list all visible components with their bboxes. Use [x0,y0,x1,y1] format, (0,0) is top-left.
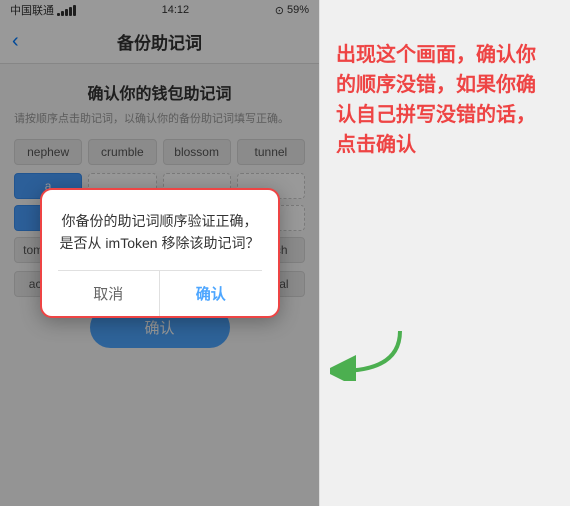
annotation-text: 出现这个画面，确认你的顺序没错，如果你确认自己拼写没错的话，点击确认 [336,40,554,160]
phone-screen: 中国联通 14:12 ⊙ 59% ‹ 备份助记词 确认你的钱包助记词 请按顺序点… [0,0,320,506]
annotation-panel: 出现这个画面，确认你的顺序没错，如果你确认自己拼写没错的话，点击确认 [320,0,570,506]
arrow-icon [330,321,410,386]
modal-ok-button[interactable]: 确认 [160,271,262,316]
modal-cancel-button[interactable]: 取消 [58,271,161,316]
modal-message: 你备份的助记词顺序验证正确，是否从 imToken 移除该助记词？ [58,210,262,255]
modal-dialog: 你备份的助记词顺序验证正确，是否从 imToken 移除该助记词？ 取消 确认 [40,188,280,319]
modal-overlay: 你备份的助记词顺序验证正确，是否从 imToken 移除该助记词？ 取消 确认 [0,0,319,506]
modal-button-row: 取消 确认 [58,270,262,316]
